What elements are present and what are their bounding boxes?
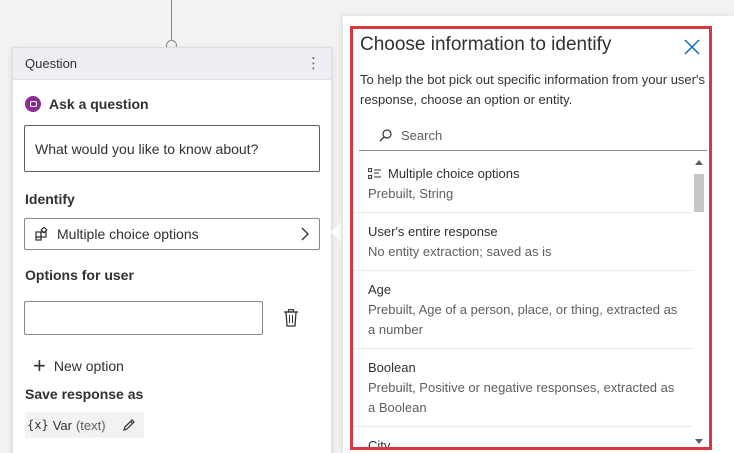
chevron-right-icon (301, 227, 309, 241)
more-vertical-icon[interactable]: ⋮ (306, 56, 321, 71)
ask-question-label: Ask a question (49, 96, 149, 112)
variable-name: Var (52, 417, 72, 433)
identify-label: Identify (25, 191, 75, 207)
callout-pointer (331, 222, 341, 242)
new-option-button[interactable]: + New option (33, 355, 124, 377)
choose-information-panel: Choose information to identify To help t… (350, 26, 712, 450)
list-item-subtitle: Prebuilt, String (368, 186, 454, 201)
list-item-subtitle: Prebuilt, Age of a person, place, or thi… (368, 302, 678, 337)
list-item[interactable]: User's entire response No entity extract… (353, 213, 693, 271)
identify-dropdown-value: Multiple choice options (57, 226, 199, 242)
list-item-title: City (368, 438, 391, 450)
question-node-card: Question ⋮ Ask a question What would you… (12, 47, 332, 453)
search-placeholder: Search (401, 127, 443, 143)
ask-question-heading: Ask a question (25, 96, 149, 112)
list-item[interactable]: Age Prebuilt, Age of a person, place, or… (353, 271, 693, 349)
new-option-label: New option (53, 358, 124, 374)
option-text-input[interactable] (24, 301, 263, 335)
search-icon (379, 128, 392, 141)
list-item-title: Multiple choice options (388, 166, 520, 181)
variable-type: (text) (75, 417, 106, 433)
question-card-header: Question ⋮ (13, 48, 331, 80)
panel-title: Choose information to identify (360, 34, 612, 55)
list-item-subtitle: No entity extraction; saved as is (368, 244, 552, 259)
question-card-title: Question (25, 56, 78, 71)
scroll-up-arrow-icon[interactable] (695, 160, 703, 165)
list-scrollbar[interactable] (692, 160, 706, 444)
entity-list: Multiple choice options Prebuilt, String… (353, 155, 693, 450)
flow-connector-line (171, 0, 172, 44)
list-item[interactable]: Boolean Prebuilt, Positive or negative r… (353, 349, 693, 427)
list-item-subtitle: Prebuilt, Positive or negative responses… (368, 380, 675, 415)
list-item[interactable]: Multiple choice options Prebuilt, String (353, 155, 693, 213)
search-input[interactable]: Search (359, 120, 707, 151)
close-icon[interactable] (683, 38, 701, 56)
question-icon (25, 96, 41, 112)
list-item-title: Boolean (368, 360, 416, 375)
question-text-value: What would you like to know about? (35, 140, 259, 157)
options-for-user-label: Options for user (25, 267, 134, 283)
list-item-title: User's entire response (368, 224, 498, 239)
scroll-down-arrow-icon[interactable] (695, 439, 703, 444)
edit-pencil-icon[interactable] (122, 418, 136, 432)
save-response-label: Save response as (25, 386, 144, 402)
panel-description: To help the bot pick out specific inform… (360, 72, 705, 107)
plus-icon: + (33, 353, 46, 378)
variable-chip[interactable]: {x} Var (text) (25, 412, 144, 438)
variable-icon: {x} (27, 418, 49, 432)
delete-icon[interactable] (283, 309, 299, 327)
entity-icon (35, 227, 48, 241)
list-item-title: Age (368, 282, 392, 297)
scrollbar-thumb[interactable] (694, 174, 704, 212)
list-options-icon (368, 168, 381, 179)
list-item[interactable]: City (353, 427, 693, 450)
identify-dropdown[interactable]: Multiple choice options (24, 218, 320, 250)
question-text-input[interactable]: What would you like to know about? (24, 125, 320, 172)
